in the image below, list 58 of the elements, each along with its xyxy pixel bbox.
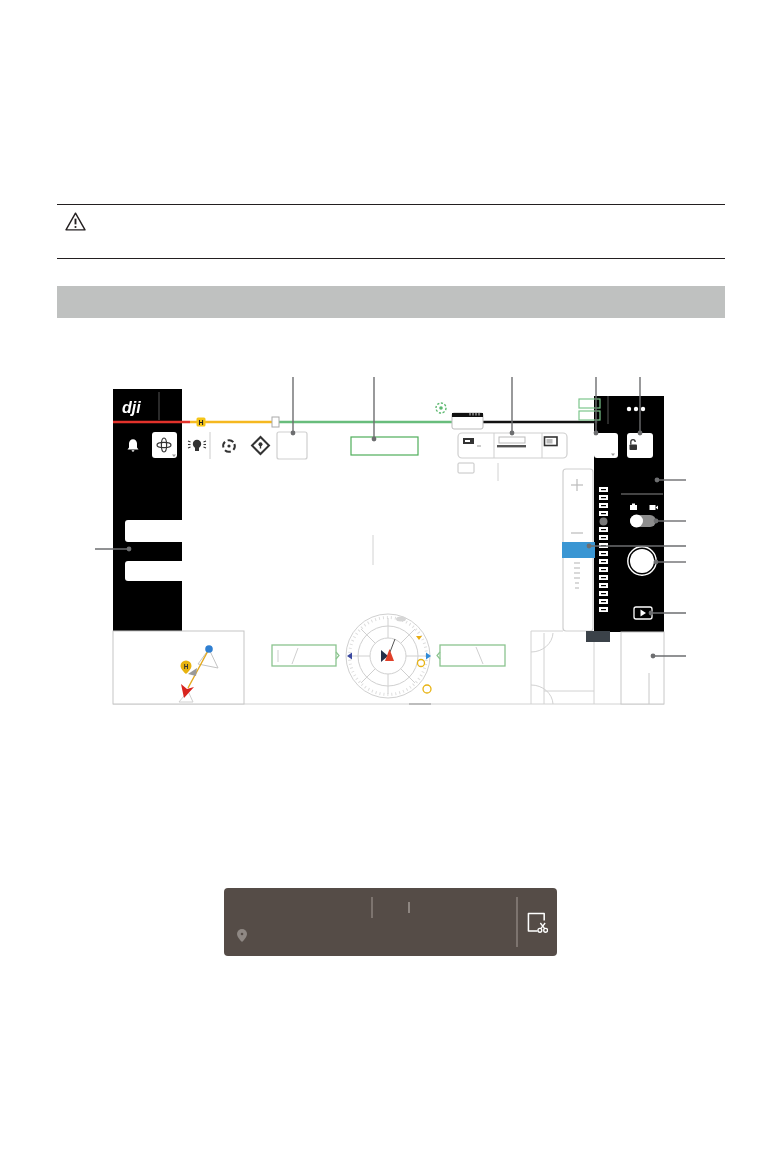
shutter-button[interactable]: [627, 546, 657, 576]
aircraft-arrow-icon: [181, 684, 194, 698]
status-box: [350, 436, 419, 456]
gimbal-button[interactable]: [152, 432, 177, 458]
telemetry-box: [271, 644, 340, 667]
slider-thumb[interactable]: [562, 542, 595, 558]
lock-icon: [629, 439, 637, 450]
direction-marker-icon: [426, 652, 431, 660]
direction-marker-icon: [347, 652, 352, 660]
photo-format-icon: [463, 438, 482, 447]
bell-icon[interactable]: [127, 439, 139, 452]
callout-line: [593, 376, 599, 436]
lock-button[interactable]: [627, 433, 653, 458]
gimbal-icon: [156, 437, 172, 453]
mini-map[interactable]: [112, 630, 245, 705]
callout-line: [290, 376, 296, 436]
bulb-icon[interactable]: [187, 439, 207, 451]
indicator-box: [578, 398, 601, 409]
panel-handle[interactable]: [586, 631, 610, 642]
heading-arrow-icon: [381, 638, 396, 662]
view-cone-icon: [178, 690, 194, 703]
video-icon: [649, 505, 658, 510]
frame-ratio-icon: [543, 436, 558, 447]
playback-button[interactable]: [633, 606, 653, 620]
exposure-bar-icon: [497, 436, 526, 448]
target-icon[interactable]: [222, 439, 236, 453]
location-pin-icon: [237, 929, 247, 942]
caret-icon: [611, 453, 615, 456]
ring-icon: [422, 684, 432, 694]
callout-line: [653, 518, 687, 524]
warning-icon: [65, 212, 86, 231]
callout-line: [650, 653, 687, 659]
caret-icon: [172, 454, 176, 457]
device-icon: [451, 412, 484, 430]
location-dot: [205, 645, 213, 653]
aircraft-position-marker: [271, 416, 280, 428]
callout-line: [648, 610, 687, 616]
tag-icon: [457, 462, 475, 474]
callout-line: [371, 376, 377, 442]
callout-line: [654, 477, 687, 483]
zoom-slider-track[interactable]: [562, 468, 595, 632]
mode-button[interactable]: [594, 433, 618, 458]
scissors-icon[interactable]: [527, 911, 548, 933]
callout-line: [653, 559, 687, 565]
callout-line: [509, 376, 515, 436]
indicator-box: [578, 410, 601, 421]
app-logo: dji: [122, 399, 141, 416]
more-icon[interactable]: [626, 406, 646, 412]
telemetry-box: [436, 644, 506, 667]
ring-icon: [416, 658, 426, 668]
camera-icon: [630, 503, 637, 510]
diamond-icon[interactable]: [250, 435, 271, 456]
triangle-marker-icon: [416, 636, 422, 640]
callout-line: [637, 376, 643, 436]
zoom-ticks-drawing: [573, 562, 581, 589]
callout-line: [94, 546, 132, 552]
signal-ring-icon: [435, 402, 447, 414]
play-icon: [640, 609, 646, 617]
